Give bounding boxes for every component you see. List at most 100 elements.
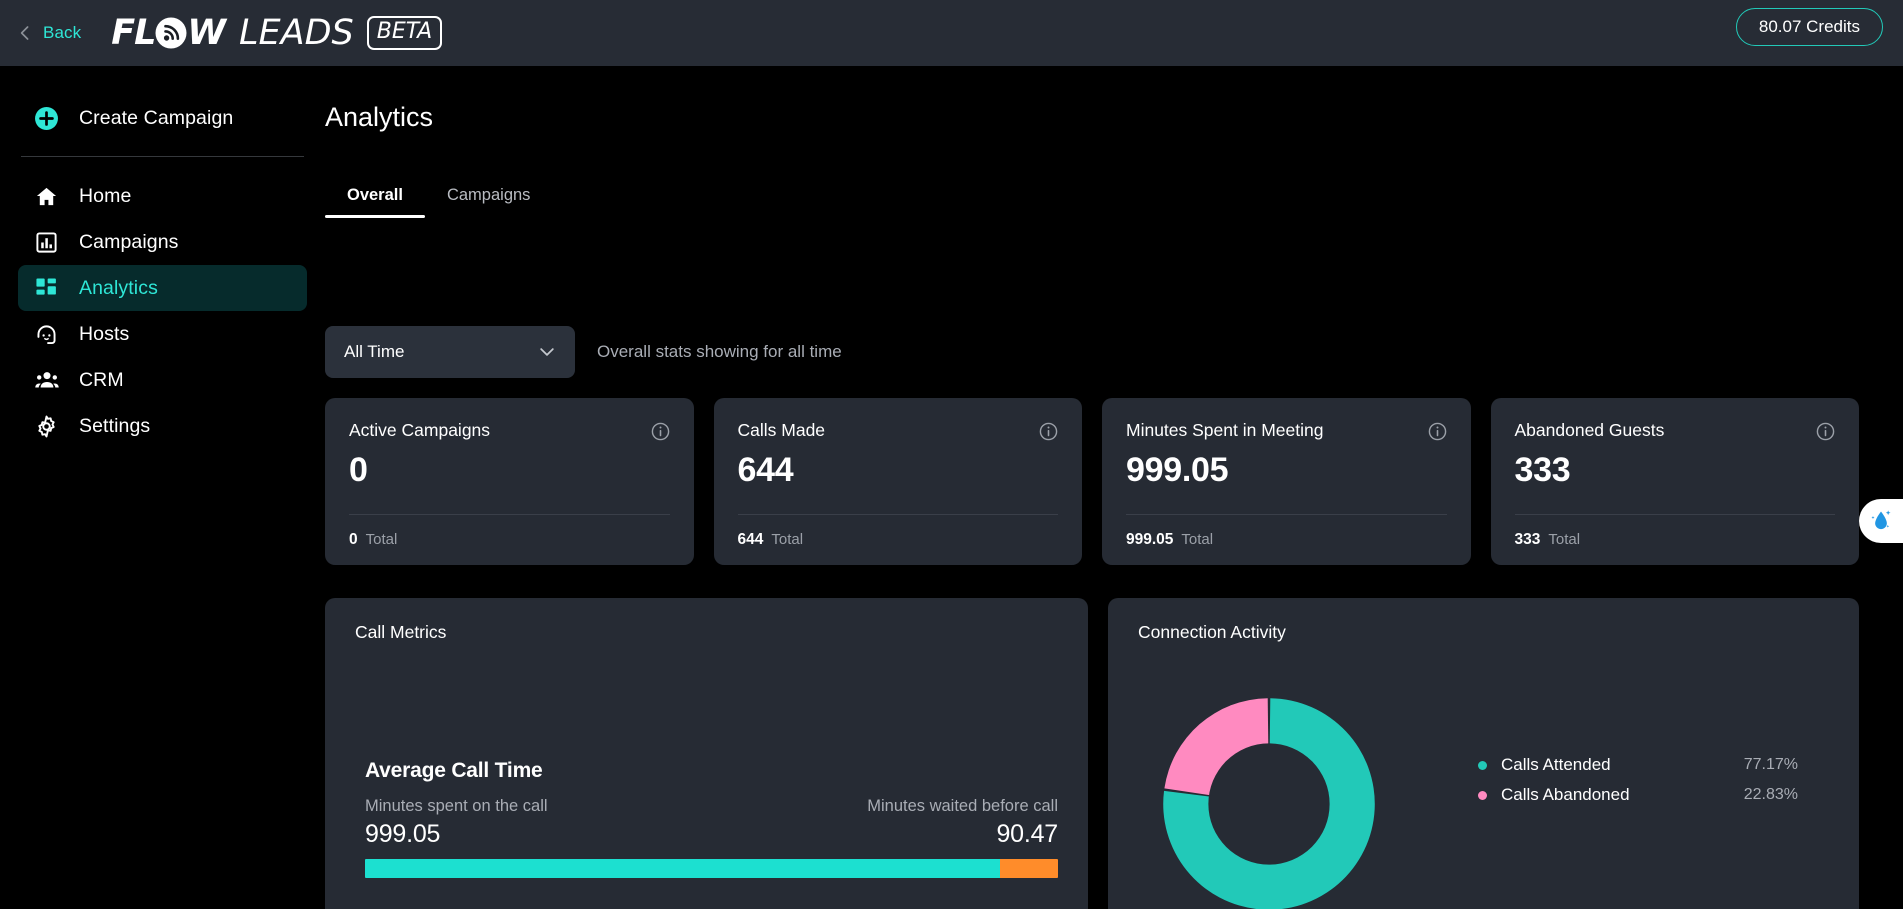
bar-chart-icon <box>34 230 59 255</box>
stat-card-label: Active Campaigns <box>349 420 491 440</box>
create-campaign-button[interactable]: Create Campaign <box>18 94 307 142</box>
progress-segment-call-time <box>365 859 1001 878</box>
brand-logo: FL W LEADS BETA <box>111 12 443 53</box>
time-range-select[interactable]: All Time <box>325 326 575 378</box>
legend-percent: 22.83% <box>1743 786 1798 803</box>
sidebar-item-label: Settings <box>79 414 151 437</box>
stat-card-value: 333 <box>1514 451 1571 489</box>
sidebar-item-label: Hosts <box>79 322 130 345</box>
tab-overall[interactable]: Overall <box>325 186 425 218</box>
stat-card-total-value: 644 <box>737 531 764 548</box>
flow-signal-o-icon <box>154 16 188 50</box>
sidebar-item-crm[interactable]: CRM <box>18 357 307 403</box>
metric-title: Average Call Time <box>365 759 543 782</box>
sidebar-item-label: CRM <box>79 368 124 391</box>
top-header-bar: Back FL W LEADS BETA 80.07 Credits <box>0 0 1903 66</box>
water-droplet-widget[interactable] <box>1859 499 1903 543</box>
progress-segment-wait-time <box>1000 859 1058 878</box>
legend-percent: 77.17% <box>1743 756 1798 773</box>
analytics-panels: Call Metrics Average Call Time Minutes s… <box>325 598 1859 909</box>
connection-activity-donut-chart <box>1140 675 1398 909</box>
legend-label: Calls Abandoned <box>1501 785 1630 804</box>
info-icon[interactable] <box>1816 422 1835 441</box>
water-droplet-icon <box>1871 510 1891 530</box>
plus-circle-icon <box>34 106 59 131</box>
legend-item-calls-abandoned: Calls Abandoned 22.83% <box>1478 780 1798 810</box>
create-campaign-label: Create Campaign <box>79 106 234 129</box>
credits-badge[interactable]: 80.07 Credits <box>1735 8 1883 46</box>
people-icon <box>34 368 59 393</box>
panel-title: Call Metrics <box>355 622 447 642</box>
call-time-progress-bar <box>365 859 1058 878</box>
sidebar: Create Campaign Home Campaigns Analytics… <box>0 66 325 909</box>
stat-card-grid: Active Campaigns 0 0 Total Calls Made 64… <box>325 398 1859 565</box>
stat-card-calls-made: Calls Made 644 644 Total <box>713 398 1082 565</box>
stat-card-value: 0 <box>349 451 368 489</box>
donut-svg <box>1163 698 1375 909</box>
stat-card-minutes-spent-in-meeting: Minutes Spent in Meeting 999.05 999.05 T… <box>1102 398 1471 565</box>
connection-activity-legend: Calls Attended 77.17% Calls Abandoned 22… <box>1478 750 1798 810</box>
stat-card-total-label: Total <box>1548 531 1581 548</box>
sidebar-divider <box>21 156 304 157</box>
legend-color-swatch <box>1478 760 1487 770</box>
info-icon[interactable] <box>1428 422 1447 441</box>
stat-card-rule <box>349 514 670 515</box>
headset-icon <box>34 322 59 347</box>
stat-card-value: 999.05 <box>1126 451 1229 489</box>
sidebar-item-label: Home <box>79 184 132 207</box>
stat-card-rule <box>737 514 1058 515</box>
legend-label: Calls Attended <box>1501 755 1611 774</box>
stat-card-label: Abandoned Guests <box>1514 420 1665 440</box>
gear-icon <box>34 414 59 439</box>
info-icon[interactable] <box>1039 422 1058 441</box>
stat-card-total-value: 333 <box>1514 531 1541 548</box>
sidebar-item-label: Analytics <box>79 276 158 299</box>
metric-left-label: Minutes spent on the call <box>365 797 548 815</box>
call-metrics-panel: Call Metrics Average Call Time Minutes s… <box>325 598 1088 909</box>
back-label: Back <box>43 23 82 42</box>
chevron-down-icon <box>540 348 554 356</box>
filter-row: All Time Overall stats showing for all t… <box>325 326 842 378</box>
page-title: Analytics <box>325 102 434 132</box>
metric-right-label: Minutes waited before call <box>867 797 1058 815</box>
sidebar-item-home[interactable]: Home <box>18 173 307 219</box>
stat-card-total-label: Total <box>771 531 804 548</box>
stat-card-total-value: 0 <box>349 531 358 548</box>
analytics-tabs: Overall Campaigns <box>325 186 552 218</box>
panel-title: Connection Activity <box>1138 622 1286 642</box>
stat-card-value: 644 <box>737 451 794 489</box>
stat-card-label: Minutes Spent in Meeting <box>1126 420 1324 440</box>
brand-flow-text: FL <box>111 12 156 53</box>
sidebar-item-analytics[interactable]: Analytics <box>18 265 307 311</box>
home-icon <box>34 184 59 209</box>
sidebar-item-label: Campaigns <box>79 230 179 253</box>
sidebar-item-settings[interactable]: Settings <box>18 403 307 449</box>
main-content: Analytics Overall Campaigns All Time Ove… <box>325 66 1903 909</box>
brand-flow-text-w: W <box>187 12 226 53</box>
stat-card-total-label: Total <box>1181 531 1214 548</box>
stat-card-label: Calls Made <box>737 420 826 440</box>
stat-card-total-label: Total <box>365 531 398 548</box>
time-range-value: All Time <box>344 342 405 361</box>
stat-card-rule <box>1514 514 1835 515</box>
average-call-time-block: Average Call Time Minutes spent on the c… <box>365 759 1058 878</box>
dashboard-icon <box>34 276 59 301</box>
filter-note: Overall stats showing for all time <box>597 342 842 361</box>
tab-campaigns[interactable]: Campaigns <box>425 186 552 218</box>
stat-card-total-value: 999.05 <box>1126 531 1174 548</box>
sidebar-item-campaigns[interactable]: Campaigns <box>18 219 307 265</box>
metric-left-value: 999.05 <box>365 820 441 848</box>
stat-card-rule <box>1126 514 1447 515</box>
stat-card-active-campaigns: Active Campaigns 0 0 Total <box>325 398 694 565</box>
metric-right-value: 90.47 <box>996 820 1058 848</box>
beta-badge: BETA <box>366 16 443 50</box>
stat-card-abandoned-guests: Abandoned Guests 333 333 Total <box>1490 398 1859 565</box>
back-button[interactable]: Back <box>16 23 81 43</box>
legend-color-swatch <box>1478 790 1487 800</box>
chevron-left-icon <box>20 26 29 40</box>
legend-item-calls-attended: Calls Attended 77.17% <box>1478 750 1798 780</box>
brand-leads-text: LEADS <box>239 12 354 53</box>
sidebar-item-hosts[interactable]: Hosts <box>18 311 307 357</box>
info-icon[interactable] <box>651 422 670 441</box>
connection-activity-panel: Connection Activity Calls Attended 77.17… <box>1108 598 1859 909</box>
